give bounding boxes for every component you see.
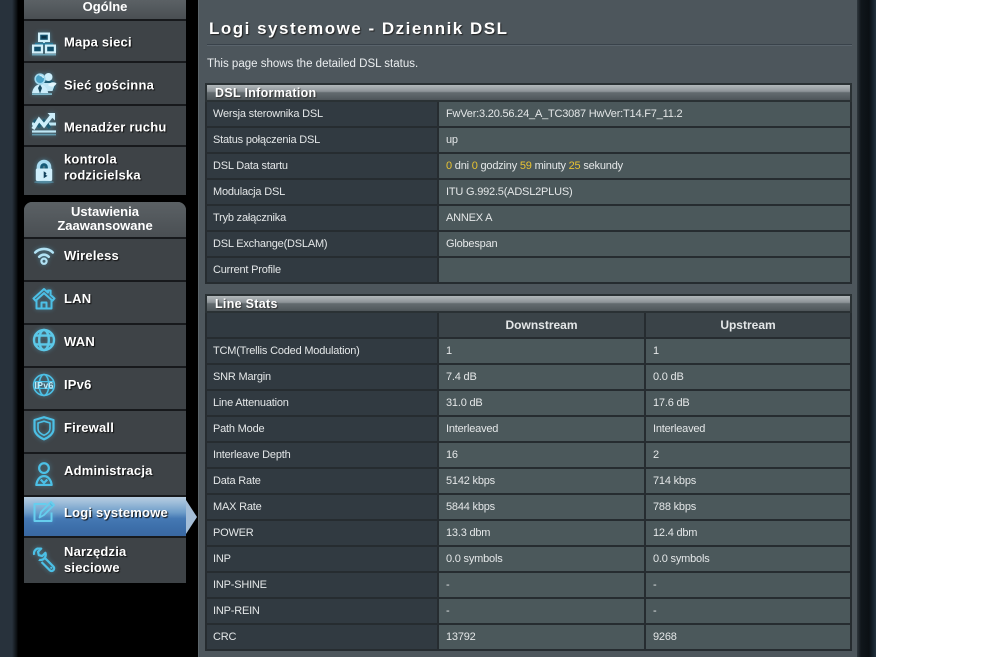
svg-text:IPv6: IPv6 <box>34 380 53 390</box>
